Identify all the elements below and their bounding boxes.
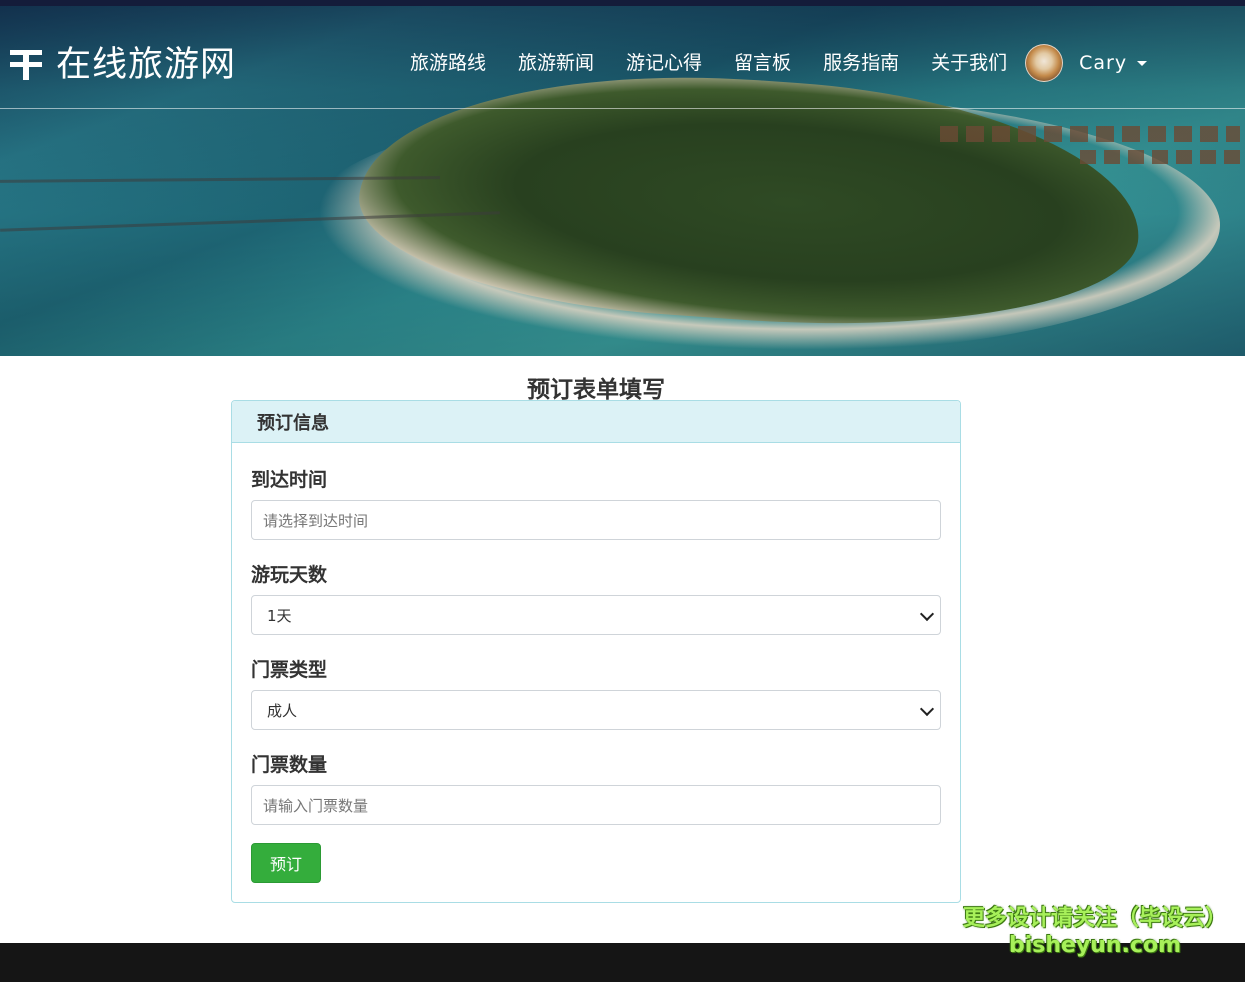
- site-title: 在线旅游网: [56, 45, 237, 85]
- ticket-count-input[interactable]: 请输入门票数量: [251, 785, 941, 825]
- field-arrival: 到达时间 请选择到达时间: [251, 463, 941, 540]
- chevron-down-icon: [919, 606, 935, 622]
- nav-item-routes[interactable]: 旅游路线: [394, 48, 502, 78]
- ticket-count-placeholder: 请输入门票数量: [263, 796, 369, 815]
- field-ticket-count: 门票数量 请输入门票数量: [251, 748, 941, 825]
- top-strip: [0, 0, 1245, 6]
- card-body: 到达时间 请选择到达时间 游玩天数 1天 门票类型 成人 门票数量 请输入门票数…: [232, 443, 960, 883]
- arrival-placeholder: 请选择到达时间: [263, 511, 369, 530]
- caret-down-icon: [1137, 60, 1148, 66]
- nav-divider: [0, 108, 1245, 109]
- book-button[interactable]: 预订: [251, 843, 321, 883]
- user-menu[interactable]: Cary: [1025, 44, 1148, 82]
- field-days: 游玩天数 1天: [251, 558, 941, 635]
- arrival-label: 到达时间: [251, 469, 328, 491]
- days-select[interactable]: 1天: [251, 595, 941, 635]
- ticket-type-select[interactable]: 成人: [251, 690, 941, 730]
- nav-item-news[interactable]: 旅游新闻: [502, 48, 610, 78]
- nav-item-service-guide[interactable]: 服务指南: [807, 48, 915, 78]
- field-ticket-type: 门票类型 成人: [251, 653, 941, 730]
- ticket-type-label: 门票类型: [251, 659, 328, 681]
- hero-huts: [1080, 150, 1245, 164]
- avatar: [1025, 44, 1064, 82]
- nav-item-travelogue[interactable]: 游记心得: [610, 48, 718, 78]
- watermark: 更多设计请关注（毕设云） bisheyun.com: [960, 904, 1230, 958]
- days-selected-value: 1天: [267, 606, 292, 625]
- watermark-line2: bisheyun.com: [1008, 933, 1182, 958]
- nav-item-about[interactable]: 关于我们: [915, 48, 1023, 78]
- booking-card: 预订信息 到达时间 请选择到达时间 游玩天数 1天 门票类型 成人 门票数量 请…: [231, 400, 961, 903]
- watermark-line1: 更多设计请关注（毕设云）: [962, 906, 1227, 931]
- hero-huts: [940, 126, 1240, 142]
- main-nav: 旅游路线 旅游新闻 游记心得 留言板 服务指南 关于我们 Cary: [394, 44, 1148, 82]
- chevron-down-icon: [919, 701, 935, 717]
- ticket-type-selected-value: 成人: [267, 701, 298, 720]
- brand-logo[interactable]: 在线旅游网: [10, 36, 236, 87]
- signpost-icon: [10, 44, 42, 80]
- nav-item-message-board[interactable]: 留言板: [718, 48, 807, 78]
- arrival-date-input[interactable]: 请选择到达时间: [251, 500, 941, 540]
- days-label: 游玩天数: [251, 564, 328, 586]
- ticket-count-label: 门票数量: [251, 754, 328, 776]
- user-name: Cary: [1079, 52, 1128, 74]
- page-title: 预订表单填写: [527, 377, 665, 403]
- card-header: 预订信息: [232, 401, 960, 443]
